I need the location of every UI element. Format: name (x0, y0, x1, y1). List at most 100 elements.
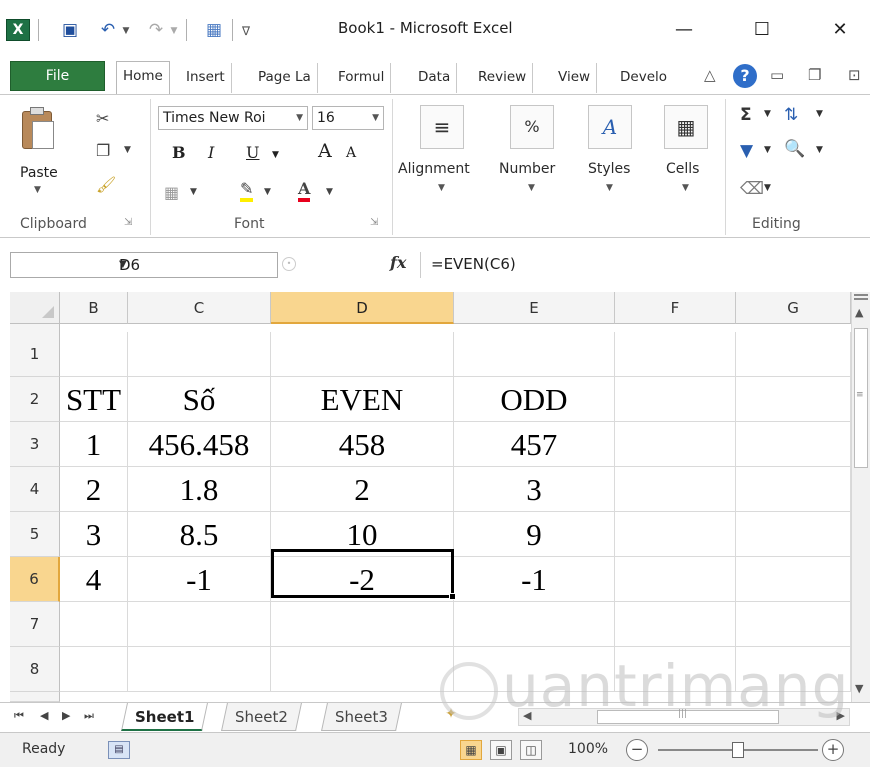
number-format-icon[interactable]: % (510, 105, 554, 149)
fill-handle[interactable] (449, 593, 456, 600)
cell-f6[interactable] (615, 557, 736, 602)
tab-developer[interactable]: Develo (614, 63, 673, 93)
tab-view[interactable]: View (552, 63, 598, 93)
help-icon[interactable]: ? (733, 64, 757, 88)
sort-filter-icon[interactable]: ⇅ (784, 105, 798, 125)
formula-input[interactable]: =EVEN(C6) (420, 252, 870, 278)
name-box[interactable]: D6 ▼ (10, 252, 278, 278)
page-layout-view-icon[interactable]: ▣ (490, 740, 512, 760)
row-header[interactable]: 1 (10, 332, 60, 377)
zoom-slider-thumb[interactable] (732, 742, 744, 758)
cell-f2[interactable] (615, 377, 736, 422)
chevron-down-icon[interactable]: ▼ (119, 253, 127, 277)
cell-c2[interactable]: Số (128, 377, 271, 422)
normal-view-icon[interactable]: ▦ (460, 740, 482, 760)
cell-c7[interactable] (128, 602, 271, 647)
column-header[interactable]: G (736, 292, 851, 324)
font-size-combo[interactable]: 16 ▼ (312, 106, 384, 130)
cell-c6[interactable]: -1 (128, 557, 271, 602)
zoom-in-button[interactable]: + (822, 739, 844, 761)
cell-e7[interactable] (454, 602, 615, 647)
row-header[interactable]: 2 (10, 377, 60, 422)
column-header[interactable]: E (454, 292, 615, 324)
first-sheet-icon[interactable]: ⏮ (14, 709, 24, 723)
sheet-tab-sheet2[interactable]: Sheet2 (221, 703, 302, 731)
chevron-down-icon[interactable]: ▼ (296, 107, 303, 129)
scroll-up-icon[interactable]: ▲ (855, 306, 863, 319)
restore-workbook-icon[interactable]: ❐ (808, 66, 821, 84)
restore-window-icon[interactable]: ▭ (770, 66, 784, 84)
cell-e6[interactable]: -1 (454, 557, 615, 602)
cell-d8[interactable] (271, 647, 454, 692)
select-all-button[interactable] (10, 292, 60, 324)
cell-e2[interactable]: ODD (454, 377, 615, 422)
cell-c8[interactable] (128, 647, 271, 692)
cells-button-label[interactable]: Cells (666, 161, 699, 177)
split-handle[interactable] (854, 294, 868, 300)
column-header[interactable]: F (615, 292, 736, 324)
bold-button[interactable]: B (172, 143, 186, 162)
fill-dropdown-icon[interactable]: ▼ (764, 145, 771, 155)
cell-g8[interactable] (736, 647, 851, 692)
cell-b6[interactable]: 4 (60, 557, 128, 602)
underline-button[interactable]: U (246, 143, 259, 162)
cell-b2[interactable]: STT (60, 377, 128, 422)
redo-icon[interactable]: ↷ (144, 18, 168, 42)
cell-g5[interactable] (736, 512, 851, 557)
paste-dropdown-icon[interactable]: ▼ (34, 185, 41, 195)
cell-b1[interactable] (60, 332, 128, 377)
sort-filter-dropdown-icon[interactable]: ▼ (816, 109, 823, 119)
fill-color-dropdown-icon[interactable]: ▼ (264, 187, 271, 197)
save-icon[interactable]: ▣ (58, 18, 82, 42)
zoom-level[interactable]: 100% (568, 741, 608, 757)
cell-f4[interactable] (615, 467, 736, 512)
underline-dropdown-icon[interactable]: ▼ (272, 150, 279, 160)
autosum-dropdown-icon[interactable]: ▼ (764, 109, 771, 119)
cell-d4[interactable]: 2 (271, 467, 454, 512)
fill-color-icon[interactable]: ✎ (240, 179, 254, 202)
cell-d1[interactable] (271, 332, 454, 377)
cell-f3[interactable] (615, 422, 736, 467)
maximize-button[interactable]: ☐ (740, 10, 784, 50)
find-select-dropdown-icon[interactable]: ▼ (816, 145, 823, 155)
cell-c1[interactable] (128, 332, 271, 377)
cell-g7[interactable] (736, 602, 851, 647)
tab-home[interactable]: Home (116, 61, 170, 94)
fill-icon[interactable]: ▼ (740, 141, 753, 161)
cell-f1[interactable] (615, 332, 736, 377)
cell-c3[interactable]: 456.458 (128, 422, 271, 467)
redo-dropdown-icon[interactable]: ▼ (168, 18, 180, 42)
font-name-combo[interactable]: Times New Roi ▼ (158, 106, 308, 130)
scroll-right-icon[interactable]: ▶ (837, 709, 845, 722)
cell-d2[interactable]: EVEN (271, 377, 454, 422)
font-color-button[interactable]: A (298, 179, 311, 202)
copy-icon[interactable]: ❐ (96, 141, 110, 160)
next-sheet-icon[interactable]: ▶ (62, 709, 70, 722)
scroll-thumb[interactable]: ||| (597, 709, 779, 724)
cell-e5[interactable]: 9 (454, 512, 615, 557)
close-button[interactable]: ✕ (818, 10, 862, 50)
cell-g4[interactable] (736, 467, 851, 512)
cell-g1[interactable] (736, 332, 851, 377)
excel-logo-icon[interactable]: X (6, 19, 30, 41)
row-header[interactable]: 8 (10, 647, 60, 692)
cell-f5[interactable] (615, 512, 736, 557)
paste-button-label[interactable]: Paste (20, 165, 58, 181)
formula-bar-resize-icon[interactable]: • (282, 257, 296, 271)
tab-file[interactable]: File (10, 61, 105, 91)
number-button-label[interactable]: Number (499, 161, 555, 177)
tab-formulas[interactable]: Formul (332, 63, 392, 93)
autosum-button[interactable]: Σ (740, 105, 752, 125)
row-header[interactable]: 4 (10, 467, 60, 512)
paste-icon[interactable] (22, 107, 56, 151)
undo-icon[interactable]: ↶ (96, 18, 120, 42)
copy-dropdown-icon[interactable]: ▼ (124, 145, 131, 155)
prev-sheet-icon[interactable]: ◀ (40, 709, 48, 722)
cell-e4[interactable]: 3 (454, 467, 615, 512)
alignment-button-label[interactable]: Alignment (398, 161, 470, 177)
cell-d6[interactable]: -2 (271, 557, 454, 602)
styles-button-label[interactable]: Styles (588, 161, 630, 177)
minimize-ribbon-icon[interactable]: △ (704, 66, 716, 84)
sheet-tab-sheet3[interactable]: Sheet3 (321, 703, 402, 731)
scroll-down-icon[interactable]: ▼ (855, 682, 863, 695)
